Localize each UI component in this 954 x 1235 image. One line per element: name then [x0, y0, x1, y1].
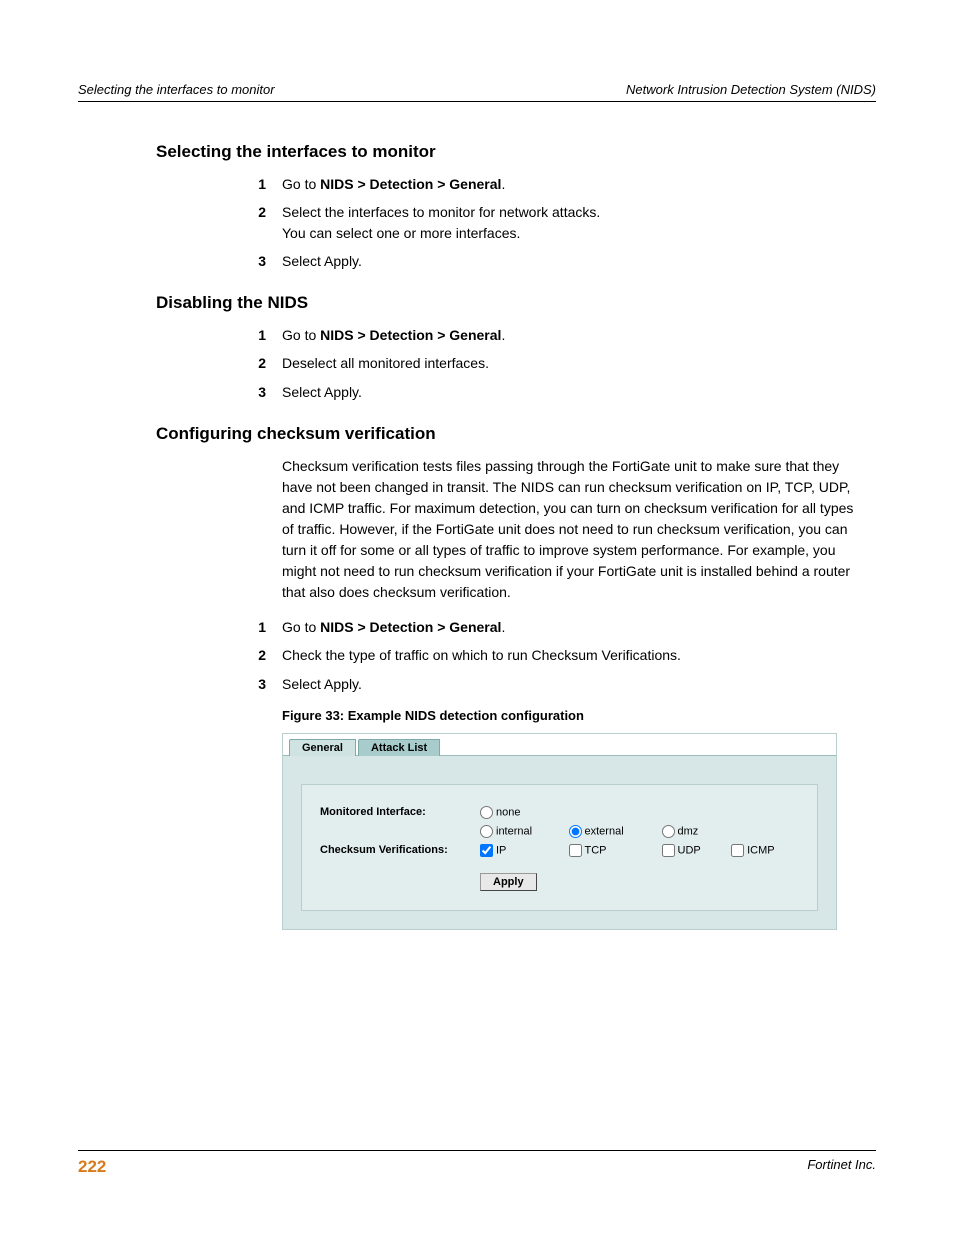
apply-button[interactable]: Apply: [480, 873, 537, 891]
section-title-disabling: Disabling the NIDS: [78, 293, 876, 313]
radio-internal[interactable]: [480, 825, 493, 838]
radio-external-label: external: [585, 825, 624, 837]
steps-checksum: 1 Go to NIDS > Detection > General. 2 Ch…: [78, 617, 876, 694]
monitored-interface-label: Monitored Interface:: [316, 803, 476, 822]
tab-attack-list[interactable]: Attack List: [358, 739, 440, 756]
tab-bar: General Attack List: [283, 734, 836, 756]
checkbox-ip[interactable]: [480, 844, 493, 857]
radio-none-label: none: [496, 806, 520, 818]
step-body: Go to NIDS > Detection > General.: [282, 174, 876, 194]
checkbox-tcp[interactable]: [569, 844, 582, 857]
step-number: 2: [248, 645, 282, 665]
step-number: 3: [248, 674, 282, 694]
radio-external[interactable]: [569, 825, 582, 838]
header-left: Selecting the interfaces to monitor: [78, 82, 275, 97]
radio-internal-label: internal: [496, 825, 532, 837]
step-body: Go to NIDS > Detection > General.: [282, 617, 876, 637]
section-title-checksum: Configuring checksum verification: [78, 424, 876, 444]
step-number: 1: [248, 325, 282, 345]
page-number: 222: [78, 1157, 106, 1177]
step-body: Go to NIDS > Detection > General.: [282, 325, 876, 345]
step-number: 3: [248, 251, 282, 271]
section-title-selecting: Selecting the interfaces to monitor: [78, 142, 876, 162]
footer-company: Fortinet Inc.: [807, 1157, 876, 1177]
page-footer: 222 Fortinet Inc.: [78, 1150, 876, 1177]
checkbox-ip-label: IP: [496, 844, 506, 856]
checkbox-icmp[interactable]: [731, 844, 744, 857]
step-number: 1: [248, 174, 282, 194]
radio-dmz-label: dmz: [678, 825, 699, 837]
steps-selecting: 1 Go to NIDS > Detection > General. 2 Se…: [78, 174, 876, 271]
config-form: Monitored Interface: none internal exter…: [301, 784, 818, 911]
tab-general[interactable]: General: [289, 739, 356, 756]
radio-none[interactable]: [480, 806, 493, 819]
step-number: 3: [248, 382, 282, 402]
header-right: Network Intrusion Detection System (NIDS…: [626, 82, 876, 97]
step-body: Select the interfaces to monitor for net…: [282, 202, 876, 243]
checkbox-icmp-label: ICMP: [747, 844, 775, 856]
nids-config-figure: General Attack List Monitored Interface:…: [282, 733, 837, 930]
step-number: 1: [248, 617, 282, 637]
step-body: Select Apply.: [282, 674, 876, 694]
step-number: 2: [248, 202, 282, 222]
page-header: Selecting the interfaces to monitor Netw…: [78, 82, 876, 102]
steps-disabling: 1 Go to NIDS > Detection > General. 2 De…: [78, 325, 876, 402]
step-body: Deselect all monitored interfaces.: [282, 353, 876, 373]
radio-dmz[interactable]: [662, 825, 675, 838]
step-body: Check the type of traffic on which to ru…: [282, 645, 876, 665]
checksum-paragraph: Checksum verification tests files passin…: [78, 456, 876, 603]
panel: Monitored Interface: none internal exter…: [283, 756, 836, 929]
figure-caption: Figure 33: Example NIDS detection config…: [78, 708, 876, 723]
checksum-verifications-label: Checksum Verifications:: [316, 841, 476, 860]
step-body: Select Apply.: [282, 382, 876, 402]
step-number: 2: [248, 353, 282, 373]
step-body: Select Apply.: [282, 251, 876, 271]
checkbox-udp[interactable]: [662, 844, 675, 857]
checkbox-tcp-label: TCP: [585, 844, 607, 856]
checkbox-udp-label: UDP: [678, 844, 701, 856]
